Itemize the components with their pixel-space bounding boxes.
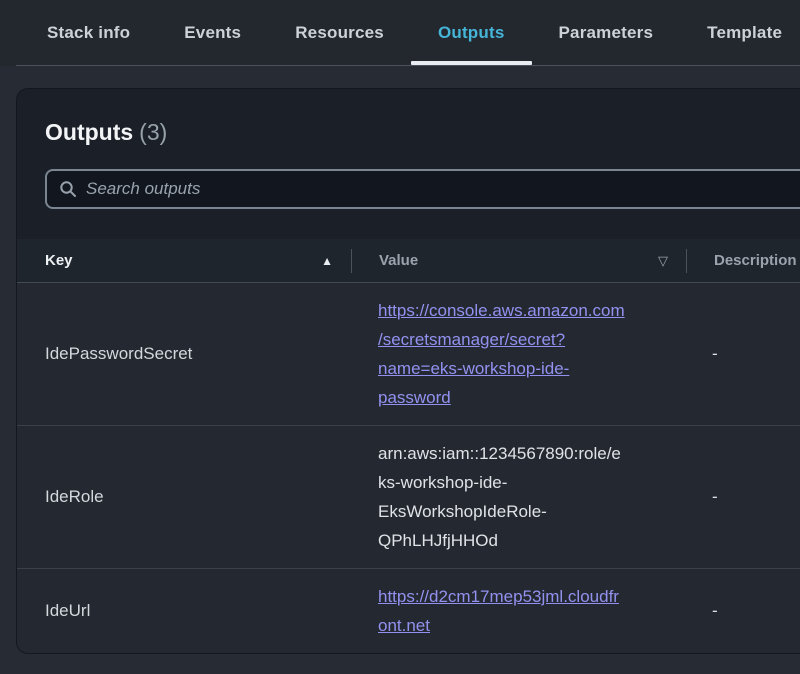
search-icon — [59, 180, 77, 198]
tab-template[interactable]: Template — [680, 0, 800, 66]
tab-label: Events — [184, 23, 241, 43]
output-value-link[interactable]: https://d2cm17mep53jml.cloudfront.net — [378, 587, 619, 635]
column-header-key[interactable]: Key ▲ — [17, 239, 351, 282]
output-value-text: arn:aws:iam::1234567890:role/eks-worksho… — [378, 444, 621, 550]
column-header-value[interactable]: Value ▽ — [352, 239, 686, 282]
tab-label: Resources — [295, 23, 384, 43]
output-description-cell: - — [685, 426, 800, 568]
output-value-cell: arn:aws:iam::1234567890:role/eks-worksho… — [351, 426, 685, 568]
tab-label: Template — [707, 23, 782, 43]
output-key-cell: IdeRole — [17, 426, 351, 568]
sort-toggle-icon[interactable]: ▽ — [658, 254, 668, 267]
output-value-link[interactable]: https://console.aws.amazon.com/secretsma… — [378, 301, 625, 407]
tab-resources[interactable]: Resources — [268, 0, 411, 66]
output-description: - — [712, 487, 718, 507]
output-value-cell: https://d2cm17mep53jml.cloudfront.net — [351, 569, 685, 653]
column-header-description-label: Description — [714, 252, 797, 269]
tab-events[interactable]: Events — [157, 0, 268, 66]
output-key: IdePasswordSecret — [45, 344, 192, 364]
column-header-description[interactable]: Description — [687, 239, 800, 282]
outputs-table: Key ▲ Value ▽ Description IdePasswordSec… — [17, 239, 800, 653]
column-header-key-label: Key — [45, 252, 73, 269]
output-description-cell: - — [685, 569, 800, 653]
outputs-panel: Outputs(3) Key ▲ Value ▽ Description — [16, 88, 800, 654]
tab-label: Outputs — [438, 23, 505, 43]
output-description: - — [712, 344, 718, 364]
outputs-count-badge: (3) — [139, 119, 167, 145]
table-row: IdeUrl https://d2cm17mep53jml.cloudfront… — [17, 568, 800, 653]
search-input[interactable] — [86, 179, 800, 199]
output-value-cell: https://console.aws.amazon.com/secretsma… — [351, 283, 685, 425]
tab-bar-bottom-rule — [16, 65, 800, 66]
output-key: IdeUrl — [45, 601, 90, 621]
tab-label: Stack info — [47, 23, 130, 43]
output-description: - — [712, 601, 718, 621]
stack-tab-bar: Stack info Events Resources Outputs Para… — [0, 0, 800, 66]
table-row: IdePasswordSecret https://console.aws.am… — [17, 283, 800, 425]
output-description-cell: - — [685, 283, 800, 425]
sort-ascending-icon[interactable]: ▲ — [321, 255, 333, 267]
table-row: IdeRole arn:aws:iam::1234567890:role/eks… — [17, 425, 800, 568]
tab-stack-info[interactable]: Stack info — [20, 0, 157, 66]
output-key-cell: IdePasswordSecret — [17, 283, 351, 425]
output-key-cell: IdeUrl — [17, 569, 351, 653]
tab-label: Parameters — [559, 23, 654, 43]
output-key: IdeRole — [45, 487, 104, 507]
page-title-text: Outputs — [45, 119, 133, 145]
tab-parameters[interactable]: Parameters — [532, 0, 681, 66]
table-header-row: Key ▲ Value ▽ Description — [17, 239, 800, 283]
tab-outputs[interactable]: Outputs — [411, 0, 532, 66]
search-outputs-box[interactable] — [45, 169, 800, 209]
page-title: Outputs(3) — [45, 117, 800, 147]
column-header-value-label: Value — [379, 252, 418, 269]
outputs-panel-header: Outputs(3) — [17, 89, 800, 147]
